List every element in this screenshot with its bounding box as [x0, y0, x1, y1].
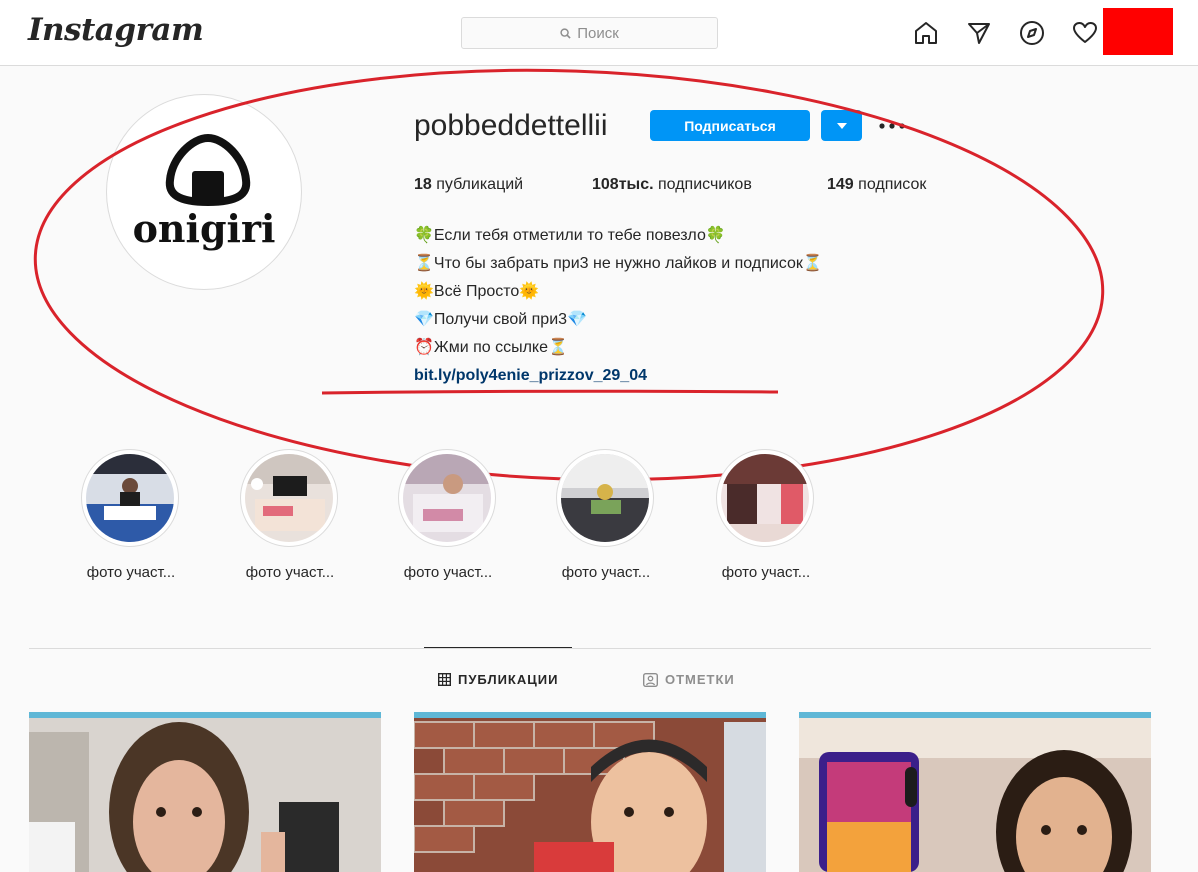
direct-icon[interactable]	[965, 19, 993, 47]
tab-tagged[interactable]: ОТМЕТКИ	[643, 672, 735, 687]
follow-button[interactable]: Подписаться	[650, 110, 810, 141]
highlight-thumbnail	[403, 454, 491, 542]
bio-line: 💎Получи свой при3💎	[414, 311, 587, 328]
top-navigation-bar: Instagram Поиск	[0, 0, 1198, 66]
search-placeholder: Поиск	[577, 24, 619, 42]
grid-icon	[438, 673, 451, 686]
search-input[interactable]: Поиск	[461, 17, 718, 49]
bio-external-link[interactable]: bit.ly/poly4enie_prizzov_29_04	[414, 362, 823, 390]
caret-down-icon	[836, 122, 847, 129]
followers-stat[interactable]: 108тыс. подписчиков	[592, 176, 827, 194]
profile-bio: 🍀Если тебя отметили то тебе повезло🍀 ⏳Чт…	[414, 222, 823, 390]
active-tab-indicator	[424, 647, 572, 648]
highlight-label: фото участ...	[561, 564, 651, 581]
bio-line: ⏰Жми по ссылке⏳	[414, 339, 568, 356]
following-count: 149	[827, 176, 854, 193]
following-label: подписок	[858, 176, 927, 193]
posts-stat: 18 публикаций	[414, 176, 592, 194]
bio-line: 🍀Если тебя отметили то тебе повезло🍀	[414, 227, 726, 244]
followers-label: подписчиков	[658, 176, 752, 193]
highlight-thumbnail	[561, 454, 649, 542]
tab-posts[interactable]: ПУБЛИКАЦИИ	[438, 672, 558, 687]
highlight-thumbnail	[86, 454, 174, 542]
bio-line: ⏳Что бы забрать при3 не нужно лайков и п…	[414, 255, 823, 272]
highlight-label: фото участ...	[721, 564, 811, 581]
tab-tagged-label: ОТМЕТКИ	[665, 672, 735, 687]
explore-icon[interactable]	[1018, 19, 1046, 47]
heart-icon[interactable]	[1071, 19, 1099, 47]
highlight-label: фото участ...	[245, 564, 335, 581]
redacted-profile-avatar[interactable]	[1103, 8, 1173, 55]
tabs-divider	[29, 648, 1151, 649]
following-stat[interactable]: 149 подписок	[827, 176, 926, 194]
highlight-label: фото участ...	[86, 564, 176, 581]
instagram-logo[interactable]: Instagram	[28, 12, 204, 48]
highlight-thumbnail	[721, 454, 809, 542]
posts-label: публикаций	[436, 176, 524, 193]
search-icon	[560, 27, 571, 39]
followers-count: 108тыс.	[592, 176, 654, 193]
bio-line: 🌞Всё Просто🌞	[414, 283, 540, 300]
post-thumbnail[interactable]	[414, 712, 766, 872]
onigiri-logo-icon	[165, 134, 251, 206]
highlight-thumbnail	[245, 454, 333, 542]
suggested-accounts-dropdown-button[interactable]	[821, 110, 862, 141]
tagged-user-icon	[643, 672, 658, 687]
more-dots-icon	[879, 122, 905, 129]
tab-posts-label: ПУБЛИКАЦИИ	[458, 672, 559, 687]
profile-stats: 18 публикаций 108тыс. подписчиков 149 по…	[414, 176, 926, 194]
posts-count: 18	[414, 176, 432, 193]
post-thumbnail[interactable]	[799, 712, 1151, 872]
post-thumbnail[interactable]	[29, 712, 381, 872]
more-options-button[interactable]	[877, 110, 907, 141]
highlight-label: фото участ...	[403, 564, 493, 581]
profile-avatar[interactable]: onigiri	[106, 94, 302, 290]
annotation-underline	[321, 389, 779, 395]
home-icon[interactable]	[912, 19, 940, 47]
avatar-brand-text: onigiri	[132, 206, 276, 251]
profile-username: pobbeddettellii	[414, 109, 608, 142]
